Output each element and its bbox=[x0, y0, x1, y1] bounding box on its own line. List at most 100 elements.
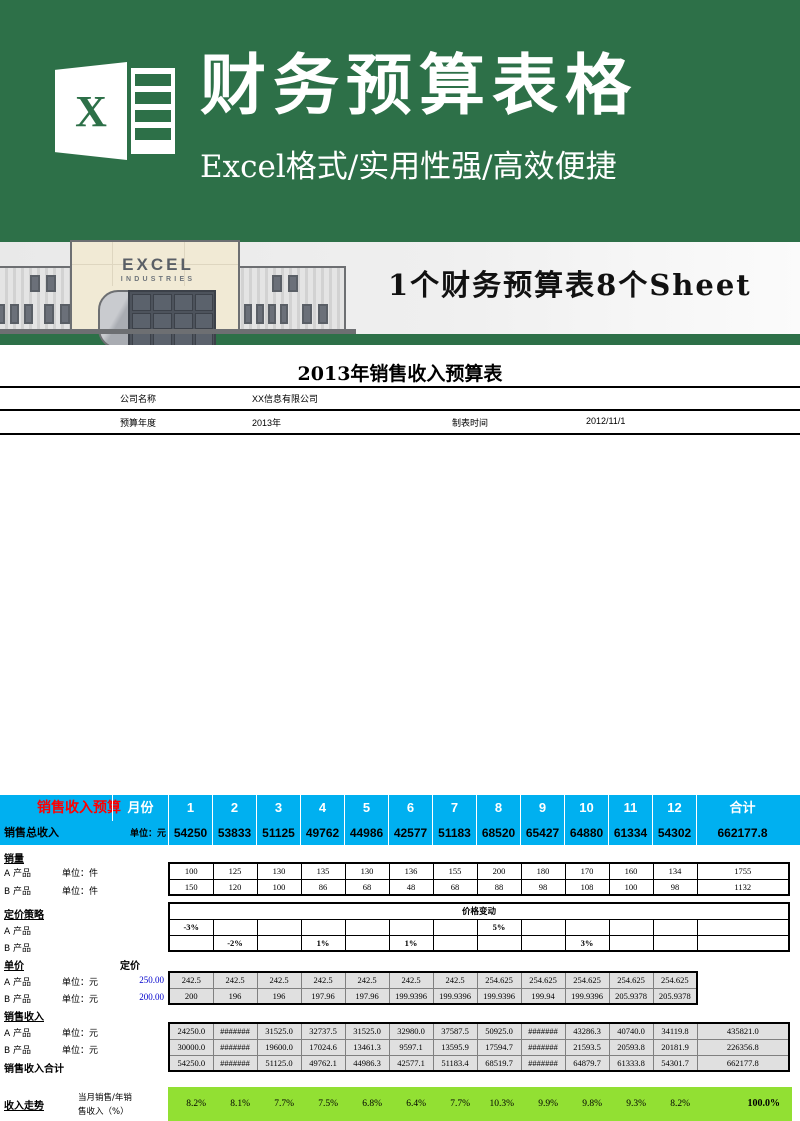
table-cell: 31525.0 bbox=[344, 1022, 390, 1040]
table-cell-total: 662177.8 bbox=[696, 1054, 790, 1072]
section-unitprice-title: 单价 bbox=[4, 961, 24, 972]
spreadsheet-area: 2013年销售收入预算表 公司名称 XX信息有限公司 预算年度 2013年 制表… bbox=[0, 345, 800, 1121]
unitprice-row-b-unit: 单位：元 bbox=[62, 995, 99, 1005]
total-income-sum-cell: 662177.8 bbox=[696, 821, 788, 845]
table-cell: -2% bbox=[212, 934, 258, 952]
table-cell-total: 435821.0 bbox=[696, 1022, 790, 1040]
table-cell: 242.5 bbox=[256, 971, 302, 989]
table-cell: 48 bbox=[388, 878, 434, 896]
table-cell bbox=[432, 934, 478, 952]
table-cell: 50925.0 bbox=[476, 1022, 522, 1040]
table-cell-total bbox=[696, 918, 790, 936]
table-cell: 120 bbox=[212, 878, 258, 896]
table-cell: 199.9396 bbox=[476, 987, 522, 1005]
section-trend-title: 收入走势 bbox=[4, 1101, 44, 1112]
trend-desc-line1: 当月销售/年销 bbox=[78, 1093, 132, 1103]
table-cell: 125 bbox=[212, 862, 258, 880]
month-header-8[interactable]: 8 bbox=[476, 795, 520, 821]
total-income-cell: 51183 bbox=[432, 821, 476, 845]
trend-values-bar: 8.2% 8.1% 7.7% 7.5% 6.8% 6.4% 7.7% 10.3% 9.9% 9.8… bbox=[168, 1087, 792, 1121]
table-row: 30000.0 ####### 19600.0 17024.6 13461.3 9597.… bbox=[168, 1038, 790, 1056]
month-header-10[interactable]: 10 bbox=[564, 795, 608, 821]
trend-cell: 6.8% bbox=[362, 1099, 382, 1109]
sales-income-table: 24250.0 ####### 31525.0 32737.5 31525.0 32980… bbox=[168, 1022, 790, 1072]
table-row: -2% 1% 1% 3% bbox=[168, 934, 790, 952]
table-cell: 242.5 bbox=[388, 971, 434, 989]
table-row: 54250.0 ####### 51125.0 49762.1 44986.3 42577… bbox=[168, 1054, 790, 1072]
table-cell: 134 bbox=[652, 862, 698, 880]
table-cell: 24250.0 bbox=[168, 1022, 214, 1040]
table-cell: 108 bbox=[564, 878, 610, 896]
unitprice-row-a-label: A 产品 bbox=[4, 978, 32, 988]
table-cell: -3% bbox=[168, 918, 214, 936]
month-header-11[interactable]: 11 bbox=[608, 795, 652, 821]
month-header-9[interactable]: 9 bbox=[520, 795, 564, 821]
month-header-1[interactable]: 1 bbox=[168, 795, 212, 821]
table-cell: 44986.3 bbox=[344, 1054, 390, 1072]
volume-row-b-unit: 单位：件 bbox=[62, 887, 99, 897]
table-cell: 199.94 bbox=[520, 987, 566, 1005]
table-cell: 254.625 bbox=[652, 971, 698, 989]
month-header-5[interactable]: 5 bbox=[344, 795, 388, 821]
trend-total-cell: 100.0% bbox=[747, 1098, 781, 1109]
factory-right-wing bbox=[234, 266, 346, 331]
excel-logo-icon: X bbox=[55, 62, 177, 160]
income-row-b-unit: 单位：元 bbox=[62, 1046, 99, 1056]
factory-illustration: EXCEL INDUSTRIES bbox=[0, 222, 360, 345]
table-cell: 20181.9 bbox=[652, 1038, 698, 1056]
total-income-cell: 68520 bbox=[476, 821, 520, 845]
trend-cell: 8.1% bbox=[230, 1099, 250, 1109]
table-cell bbox=[608, 918, 654, 936]
table-cell bbox=[168, 934, 214, 952]
unitprice-row-a-fixed: 250.00 bbox=[139, 975, 164, 985]
table-cell bbox=[300, 918, 346, 936]
volume-table: 100 125 130 135 130 136 155 200 180 170 160 134 1755… bbox=[168, 862, 790, 896]
month-header-7[interactable]: 7 bbox=[432, 795, 476, 821]
company-name-label: 公司名称 bbox=[120, 394, 157, 404]
table-cell-total: 1132 bbox=[696, 878, 790, 896]
month-header-6[interactable]: 6 bbox=[388, 795, 432, 821]
factory-logo-text: EXCEL bbox=[122, 255, 194, 274]
budget-year-label: 预算年度 bbox=[120, 418, 157, 428]
volume-row-a-label: A 产品 bbox=[4, 869, 32, 879]
section-income-title: 销售收入 bbox=[4, 1012, 44, 1023]
table-cell: 86 bbox=[300, 878, 346, 896]
month-header-3[interactable]: 3 bbox=[256, 795, 300, 821]
factory-ground-line bbox=[0, 329, 356, 334]
table-cell: 98 bbox=[652, 878, 698, 896]
table-cell: 155 bbox=[432, 862, 478, 880]
table-cell: 54301.7 bbox=[652, 1054, 698, 1072]
table-cell bbox=[212, 918, 258, 936]
income-sum-label: 销售收入合计 bbox=[4, 1064, 64, 1075]
unitprice-row-a-unit: 单位：元 bbox=[62, 978, 99, 988]
excel-logo-letter: X bbox=[75, 87, 107, 136]
table-row: 100 125 130 135 130 136 155 200 180 170 160 134 1755 bbox=[168, 862, 790, 880]
table-row: 242.5 242.5 242.5 242.5 242.5 242.5 242.5 254.6… bbox=[168, 971, 698, 989]
table-row: 200 196 196 197.96 197.96 199.9396 199.9396 199… bbox=[168, 987, 698, 1005]
table-cell: ####### bbox=[520, 1022, 566, 1040]
total-income-cell: 51125 bbox=[256, 821, 300, 845]
sheet-count-text: 1个财务预算表8个Sheet bbox=[388, 268, 752, 302]
table-cell bbox=[344, 918, 390, 936]
table-cell: 43286.3 bbox=[564, 1022, 610, 1040]
table-cell: 242.5 bbox=[212, 971, 258, 989]
month-header-4[interactable]: 4 bbox=[300, 795, 344, 821]
table-cell bbox=[608, 934, 654, 952]
total-income-cell: 42577 bbox=[388, 821, 432, 845]
total-income-cell: 64880 bbox=[564, 821, 608, 845]
table-cell: 51125.0 bbox=[256, 1054, 302, 1072]
table-cell: 254.625 bbox=[608, 971, 654, 989]
company-name-value: XX信息有限公司 bbox=[252, 394, 319, 404]
report-date-value: 2012/11/1 bbox=[586, 416, 626, 426]
table-cell-total: 1755 bbox=[696, 862, 790, 880]
table-row: -3% 5% bbox=[168, 918, 790, 936]
divider-mid bbox=[0, 409, 800, 411]
table-cell: ####### bbox=[212, 1038, 258, 1056]
trend-cell: 9.9% bbox=[538, 1099, 558, 1109]
month-header-12[interactable]: 12 bbox=[652, 795, 696, 821]
section-volume-title: 销量 bbox=[4, 854, 24, 865]
month-header-2[interactable]: 2 bbox=[212, 795, 256, 821]
table-cell: 242.5 bbox=[300, 971, 346, 989]
table-cell: 34119.8 bbox=[652, 1022, 698, 1040]
table-cell bbox=[256, 934, 302, 952]
